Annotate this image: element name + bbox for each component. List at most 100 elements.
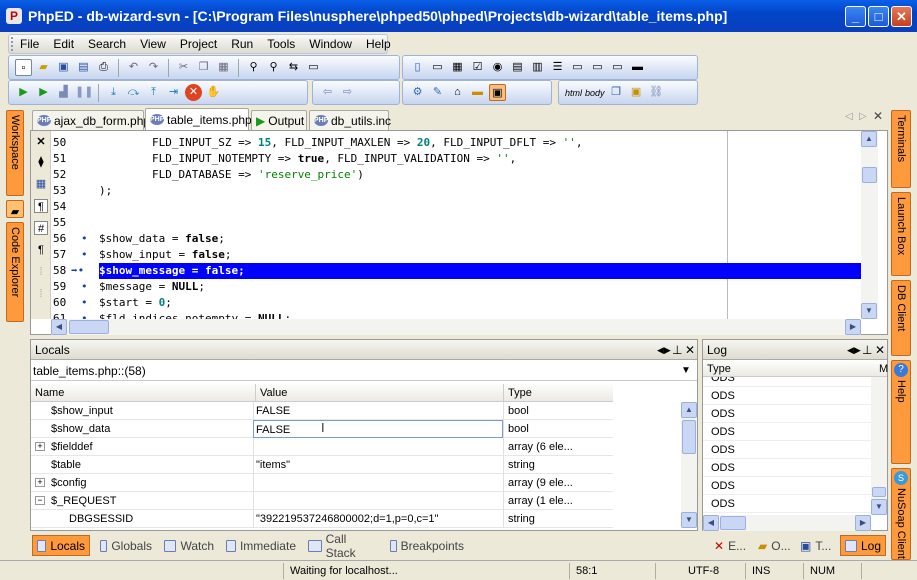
step-into-project-icon[interactable]: ▟ — [55, 84, 72, 101]
scroll-right-button[interactable]: ▶ — [845, 319, 861, 335]
tab-immediate[interactable]: Immediate — [222, 535, 300, 556]
collapse-icon[interactable]: − — [35, 496, 45, 505]
undo-icon[interactable]: ↶ — [125, 59, 142, 76]
log-row[interactable]: ODS — [703, 477, 871, 495]
html-tag-icon[interactable]: html — [565, 88, 582, 98]
line-number[interactable]: 57 • — [53, 247, 97, 263]
scroll-up-button[interactable]: ▲ — [861, 131, 877, 147]
col-message[interactable]: M — [879, 361, 888, 377]
line-number[interactable]: 56 • — [53, 231, 97, 247]
code-line[interactable]: FLD_DATABASE => 'reserve_price') — [99, 167, 861, 183]
close-button[interactable]: ✕ — [891, 6, 912, 27]
tab-watch[interactable]: Watch — [160, 535, 218, 556]
back-icon[interactable]: ⇦ — [319, 84, 336, 101]
run-icon[interactable]: ▶ — [15, 84, 32, 101]
menu-file[interactable]: File — [13, 37, 46, 51]
code-line[interactable]: $show_input = false; — [99, 247, 861, 263]
log-vertical-scrollbar[interactable]: ▼ — [871, 377, 887, 515]
pane-menu-icon[interactable]: ◀▶ — [847, 340, 861, 360]
checkbox-control-icon[interactable]: ☑ — [469, 59, 486, 76]
editor-vertical-scrollbar[interactable]: ▲ ▼ — [861, 131, 878, 319]
image-control-icon[interactable]: ▬ — [629, 59, 646, 76]
reset-control-icon[interactable]: ▭ — [609, 59, 626, 76]
scroll-left-button[interactable]: ◀ — [703, 515, 719, 531]
code-line[interactable]: FLD_INPUT_NOTEMPTY => true, FLD_INPUT_VA… — [99, 151, 861, 167]
terminals-tab[interactable]: Terminals — [891, 110, 911, 188]
tab-globals[interactable]: Globals — [96, 535, 156, 556]
list-control-icon[interactable]: ☰ — [549, 59, 566, 76]
workspace-tab[interactable]: Workspace — [6, 110, 24, 196]
help-tab[interactable]: ? Help — [891, 360, 911, 464]
locals-row[interactable]: DBGSESSID "392219537246800002;d=1,p=0,c=1… — [31, 510, 613, 528]
log-horizontal-scrollbar[interactable]: ◀ ▶ — [703, 515, 871, 531]
save-icon[interactable]: ▣ — [55, 59, 72, 76]
scroll-thumb[interactable] — [682, 420, 696, 454]
tab-table-items[interactable]: PHP table_items.php — [145, 108, 252, 130]
pause-icon[interactable]: ❚❚ — [75, 84, 93, 101]
radio-control-icon[interactable]: ◉ — [489, 59, 506, 76]
editor-horizontal-scrollbar[interactable]: ◀ ▶ — [51, 319, 861, 335]
line-numbers-icon[interactable]: # — [34, 221, 48, 235]
tab-breakpoints[interactable]: Breakpoints — [386, 535, 468, 556]
print-icon[interactable]: ⎙ — [95, 59, 112, 76]
close-pane-icon[interactable]: ✕ — [685, 340, 695, 360]
log-row[interactable]: ODS — [703, 405, 871, 423]
locals-row[interactable]: $show_input FALSE bool — [31, 402, 613, 420]
redo-icon[interactable]: ↷ — [145, 59, 162, 76]
save-all-icon[interactable]: ▤ — [75, 59, 92, 76]
menu-edit[interactable]: Edit — [46, 37, 81, 51]
link-tag-icon[interactable]: ⛓ — [648, 84, 665, 101]
deploy-icon[interactable]: ⌂ — [449, 84, 466, 101]
hscroll-thumb[interactable] — [720, 516, 746, 530]
tab-scroll-right-icon[interactable]: ▷ — [859, 111, 867, 122]
scroll-up-button[interactable]: ▲ — [681, 402, 697, 418]
current-execution-line[interactable]: $show_message = false; — [99, 263, 861, 279]
tab-errors[interactable]: ✕ E... — [710, 535, 754, 556]
close-editor-icon[interactable]: ✕ — [34, 135, 48, 149]
breakpoint-hand-icon[interactable]: ✋ — [205, 84, 222, 101]
code-line[interactable]: ); — [99, 183, 861, 199]
find-next-icon[interactable]: ⚲ — [265, 59, 282, 76]
input-control-icon[interactable]: ▭ — [569, 59, 586, 76]
tab-locals[interactable]: Locals — [32, 535, 90, 556]
image-tag-icon[interactable]: ▣ — [628, 84, 645, 101]
line-number[interactable]: 59 • — [53, 279, 97, 295]
col-type[interactable]: Type — [503, 384, 532, 402]
scroll-thumb[interactable] — [862, 167, 877, 183]
menu-view[interactable]: View — [133, 37, 173, 51]
line-number[interactable]: 53 — [53, 183, 97, 199]
tab-scroll-left-icon[interactable]: ◁ — [845, 111, 853, 122]
textarea-control-icon[interactable]: ▤ — [509, 59, 526, 76]
code-editor[interactable]: ✕ ⧫ ▦ ¶ # ¶ ⁞ ⁞ 50 51 52 53 54 55 56 • 57 • 58 ➡• 59… — [30, 130, 888, 335]
col-name[interactable]: Name — [35, 384, 64, 402]
indent-icon[interactable]: ⁞ — [34, 265, 48, 279]
minimize-button[interactable]: _ — [845, 6, 866, 27]
code-line[interactable]: $fld_indices_notempty = NULL; — [99, 311, 861, 319]
close-pane-icon[interactable]: ✕ — [875, 340, 885, 360]
locals-vertical-scrollbar[interactable]: ▲ ▼ — [681, 402, 697, 528]
color-picker-icon[interactable]: ▬ — [469, 84, 486, 101]
line-number[interactable]: 55 — [53, 215, 97, 231]
locals-row[interactable]: + $fielddef array (6 ele... — [31, 438, 613, 456]
stop-icon[interactable]: ✕ — [185, 84, 202, 101]
copy-icon[interactable]: ❐ — [195, 59, 212, 76]
submit-control-icon[interactable]: ▭ — [589, 59, 606, 76]
replace-icon[interactable]: ⇆ — [285, 59, 302, 76]
menu-run[interactable]: Run — [224, 37, 260, 51]
step-out-icon[interactable]: ⤒ — [145, 84, 162, 101]
line-number[interactable]: 58 ➡• — [53, 263, 97, 279]
tab-call-stack[interactable]: Call Stack — [304, 532, 382, 560]
pin-icon[interactable]: ⊥ — [672, 340, 682, 360]
code-line[interactable]: FLD_INPUT_SZ => 15, FLD_INPUT_MAXLEN => … — [99, 135, 861, 151]
code-explorer-tab[interactable]: Code Explorer — [6, 222, 24, 322]
code-line[interactable] — [99, 215, 861, 231]
log-row[interactable]: ODS — [703, 377, 871, 387]
find-icon[interactable]: ⚲ — [245, 59, 262, 76]
chevron-down-icon[interactable]: ▼ — [681, 361, 691, 381]
hscroll-thumb[interactable] — [69, 320, 109, 334]
tab-output-log[interactable]: ▰ O... — [754, 535, 796, 556]
tab-ajax-db-form[interactable]: PHP ajax_db_form.php — [32, 110, 150, 130]
log-row[interactable]: ODS — [703, 495, 871, 513]
context-dropdown[interactable]: table_items.php::(58) ▼ — [31, 361, 697, 381]
table-control-icon[interactable]: ▦ — [449, 59, 466, 76]
